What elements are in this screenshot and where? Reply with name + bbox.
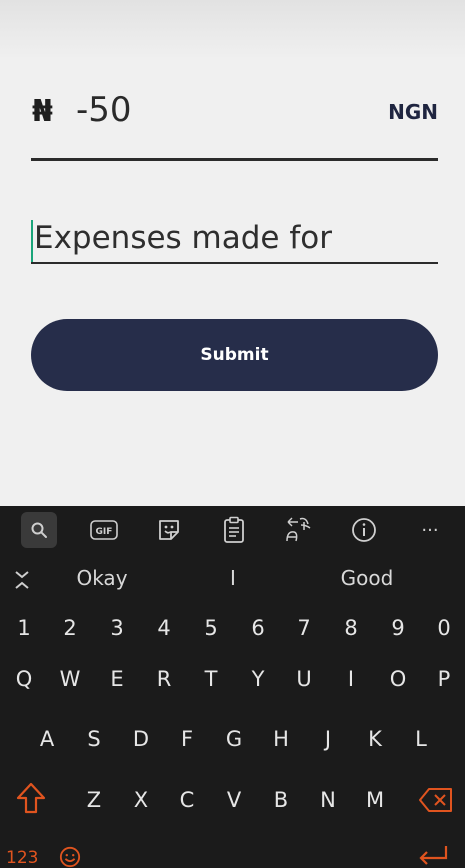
shift-icon[interactable] — [15, 781, 47, 820]
clipboard-icon[interactable] — [216, 512, 252, 548]
key-n[interactable]: N — [320, 788, 336, 812]
gif-icon[interactable]: GIF — [86, 512, 122, 548]
key-p[interactable]: P — [438, 667, 451, 691]
key-9[interactable]: 9 — [391, 616, 404, 640]
key-i[interactable]: I — [348, 667, 354, 691]
key-x[interactable]: X — [134, 788, 148, 812]
key-m[interactable]: M — [366, 788, 384, 812]
key-g[interactable]: G — [226, 727, 242, 751]
svg-text:GIF: GIF — [96, 527, 113, 537]
key-e[interactable]: E — [110, 667, 123, 691]
key-y[interactable]: Y — [252, 667, 265, 691]
key-k[interactable]: K — [368, 727, 382, 751]
key-s[interactable]: S — [87, 727, 100, 751]
description-input[interactable]: Expenses made for — [31, 214, 438, 264]
backspace-icon[interactable] — [418, 787, 454, 818]
text-caret — [31, 220, 33, 262]
key-7[interactable]: 7 — [297, 616, 310, 640]
key-8[interactable]: 8 — [344, 616, 357, 640]
key-b[interactable]: B — [274, 788, 288, 812]
translate-icon[interactable] — [281, 512, 317, 548]
key-h[interactable]: H — [273, 727, 289, 751]
key-q[interactable]: Q — [16, 667, 33, 691]
keyboard-toolbar: GIF ··· — [0, 506, 465, 554]
info-icon[interactable] — [346, 512, 382, 548]
key-v[interactable]: V — [227, 788, 241, 812]
symbols-key[interactable]: 123 — [6, 848, 38, 868]
key-3[interactable]: 3 — [110, 616, 123, 640]
key-5[interactable]: 5 — [204, 616, 217, 640]
suggestion-1[interactable]: Okay — [76, 566, 127, 590]
key-0[interactable]: 0 — [437, 616, 450, 640]
suggestion-bar: Okay I Good — [0, 558, 465, 604]
key-f[interactable]: F — [181, 727, 193, 751]
more-icon[interactable]: ··· — [412, 512, 448, 548]
amount-row[interactable]: ₦ -50 NGN — [32, 90, 438, 130]
emoji-icon[interactable] — [58, 846, 82, 868]
top-fade — [0, 0, 465, 60]
key-c[interactable]: C — [180, 788, 195, 812]
sticker-icon[interactable] — [151, 512, 187, 548]
key-d[interactable]: D — [133, 727, 149, 751]
key-w[interactable]: W — [60, 667, 81, 691]
suggestion-3[interactable]: Good — [341, 566, 394, 590]
currency-symbol: ₦ — [32, 94, 53, 129]
description-text: Expenses made for — [34, 220, 332, 256]
key-u[interactable]: U — [296, 667, 311, 691]
currency-code[interactable]: NGN — [388, 100, 438, 124]
enter-icon[interactable] — [416, 844, 450, 868]
key-o[interactable]: O — [390, 667, 407, 691]
key-l[interactable]: L — [415, 727, 427, 751]
key-z[interactable]: Z — [87, 788, 101, 812]
collapse-icon[interactable] — [14, 570, 30, 595]
key-4[interactable]: 4 — [157, 616, 170, 640]
key-2[interactable]: 2 — [63, 616, 76, 640]
key-t[interactable]: T — [205, 667, 218, 691]
search-icon[interactable] — [21, 512, 57, 548]
amount-underline — [31, 158, 438, 161]
submit-button[interactable]: Submit — [31, 319, 438, 391]
amount-input[interactable]: -50 — [76, 90, 132, 130]
key-j[interactable]: J — [325, 727, 331, 751]
key-r[interactable]: R — [157, 667, 172, 691]
submit-label: Submit — [200, 345, 269, 365]
key-1[interactable]: 1 — [17, 616, 30, 640]
keyboard: GIF ··· Okay I Good 1 2 3 4 5 6 7 8 9 0 … — [0, 506, 465, 868]
key-a[interactable]: A — [40, 727, 54, 751]
suggestion-2[interactable]: I — [230, 566, 236, 590]
key-6[interactable]: 6 — [251, 616, 264, 640]
